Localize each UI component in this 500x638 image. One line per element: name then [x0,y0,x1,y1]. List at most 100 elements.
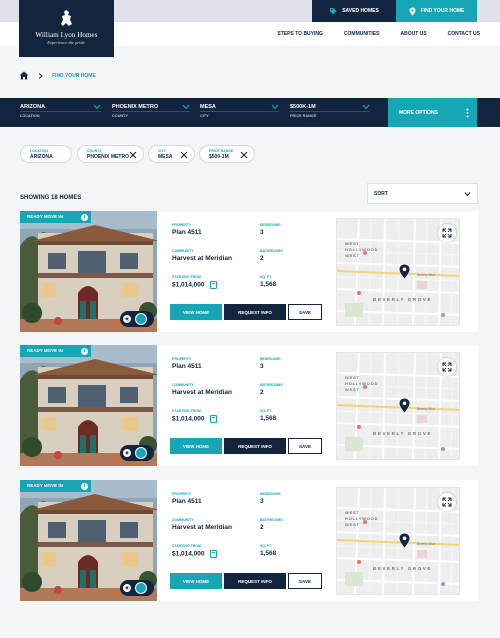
bedrooms-field: BEDROOMS 3 [260,357,281,370]
logo[interactable]: William Lyon Homes Experience the pride. [19,0,114,57]
gallery-thumb-icon [135,313,147,325]
info-icon[interactable]: i [81,482,88,490]
expand-icon [442,228,452,238]
sqft-field: SQ. FT. 1,568 [260,544,276,557]
more-options-button[interactable]: MORE OPTIONS [388,98,477,127]
listing-map[interactable]: WEST HOLLYWOOD WEST BEVERLY GROVE Beverl… [336,352,460,460]
chip-county[interactable]: COUNTY PHOENIX METRO [77,145,144,163]
bedrooms-value: 3 [260,497,264,505]
map-pin-icon[interactable] [399,398,410,413]
filter-city[interactable]: MESA CITY [200,104,279,121]
gallery-toggle[interactable]: ◉ [120,580,154,596]
expand-icon [442,362,452,372]
view-home-button[interactable]: VIEW HOME [170,573,222,589]
camera-icon: ◉ [123,449,131,457]
community-field: COMMUNITY Harvest at Meridian [172,518,232,531]
starting-from-label: STARTING FROM [172,409,201,413]
close-icon[interactable] [180,151,188,159]
nav-communities[interactable]: COMMUNITIES [344,31,380,37]
filter-price-label: PRICE RANGE [290,114,317,118]
expand-map-button[interactable] [438,224,456,242]
info-icon[interactable]: i [81,347,88,355]
listing-photo[interactable]: READY MOVE IN i ◉ [20,211,157,332]
map-area-line1: WEST [345,510,360,515]
status-badge: READY MOVE IN i [20,480,91,492]
request-info-button[interactable]: REQUEST INFO [224,438,286,454]
map-pin-icon[interactable] [399,264,410,279]
property-label: PROPERTY [172,492,192,496]
saved-homes-button[interactable]: SAVED HOMES [312,0,396,22]
community-field: COMMUNITY Harvest at Meridian [172,249,232,262]
map-pin-icon[interactable] [399,533,410,548]
gallery-toggle[interactable]: ◉ [120,445,154,461]
home-icon[interactable] [19,71,29,80]
status-badge-label: READY MOVE IN [27,214,63,219]
nav-about-us[interactable]: ABOUT US [400,31,426,37]
property-field: PROPERTY Plan 4511 [172,357,202,370]
save-button[interactable]: SAVE [288,573,322,589]
filter-county-label: COUNTY [112,114,129,118]
close-icon[interactable] [240,151,248,159]
logo-mark-icon [61,10,72,26]
main-nav: STEPS TO BUYING COMMUNITIES ABOUT US CON… [277,31,480,37]
community-value: Harvest at Meridian [172,388,232,396]
expand-map-button[interactable] [438,493,456,511]
listing-map[interactable]: WEST HOLLYWOOD WEST BEVERLY GROVE Beverl… [336,218,460,326]
status-badge: READY MOVE IN i [20,211,91,223]
chevron-down-icon [182,104,190,110]
bathrooms-field: BATHROOMS 2 [260,518,283,531]
filter-price-value: $500K-1M [290,104,316,110]
chip-price-range[interactable]: PRICE RANGE $500-1M [199,145,255,163]
map-area-line3: WEST [345,387,360,392]
map-area-line3: WEST [345,253,360,258]
map-area-line2: HOLLYWOOD [345,516,379,521]
request-info-button[interactable]: REQUEST INFO [224,304,286,320]
info-icon[interactable]: i [81,213,88,221]
map-area-label: WEST HOLLYWOOD WEST [345,375,378,393]
chip-city-title: CITY [158,149,166,153]
filter-county[interactable]: PHOENIX METRO COUNTY [112,104,190,121]
save-button[interactable]: SAVE [288,438,322,454]
sqft-label: SQ. FT. [260,409,272,413]
map-street-label: Beverly Blvd [417,273,435,277]
filter-location[interactable]: ARIZONA LOCATION [20,104,101,121]
gallery-toggle[interactable]: ◉ [120,311,154,327]
sort-dropdown[interactable]: SORT [367,183,478,204]
camera-icon: ◉ [123,584,131,592]
expand-map-button[interactable] [438,358,456,376]
nav-steps-to-buying[interactable]: STEPS TO BUYING [277,31,322,37]
calculator-icon[interactable] [209,549,217,558]
view-home-button[interactable]: VIEW HOME [170,438,222,454]
listing-map[interactable]: WEST HOLLYWOOD WEST BEVERLY GROVE Beverl… [336,487,460,595]
request-info-button[interactable]: REQUEST INFO [224,573,286,589]
price-value: $1,014,000 [172,550,205,558]
listing-card: READY MOVE IN i ◉ PROPERTY Plan 4511 BED… [20,211,478,332]
price-value: $1,014,000 [172,281,205,289]
community-value: Harvest at Meridian [172,254,232,262]
filter-location-value: ARIZONA [20,104,46,110]
filter-price-range[interactable]: $500K-1M PRICE RANGE [290,104,370,121]
listing-photo[interactable]: READY MOVE IN i ◉ [20,480,157,601]
chip-location[interactable]: LOCATION ARIZONA [20,145,72,163]
gallery-thumb-icon [135,582,147,594]
chevron-right-icon [38,72,43,79]
map-area-label: WEST HOLLYWOOD WEST [345,510,378,528]
view-home-button[interactable]: VIEW HOME [170,304,222,320]
listing-photo[interactable]: READY MOVE IN i ◉ [20,345,157,466]
map-district-label: BEVERLY GROVE [373,566,433,571]
nav-contact-us[interactable]: CONTACT US [448,31,480,37]
community-label: COMMUNITY [172,383,194,387]
find-home-button[interactable]: FIND YOUR HOME [396,0,477,22]
chip-city[interactable]: CITY MESA [148,145,195,163]
bedrooms-value: 3 [260,228,264,236]
chevron-down-icon [271,104,279,110]
save-button[interactable]: SAVE [288,304,322,320]
sqft-label: SQ. FT. [260,544,272,548]
find-home-label: FIND YOUR HOME [420,8,465,14]
map-area-line3: WEST [345,522,360,527]
calculator-icon[interactable] [209,280,217,289]
calculator-icon[interactable] [209,414,217,423]
bedrooms-label: BEDROOMS [260,357,281,361]
sort-label: SORT [374,191,388,197]
close-icon[interactable] [129,151,137,159]
